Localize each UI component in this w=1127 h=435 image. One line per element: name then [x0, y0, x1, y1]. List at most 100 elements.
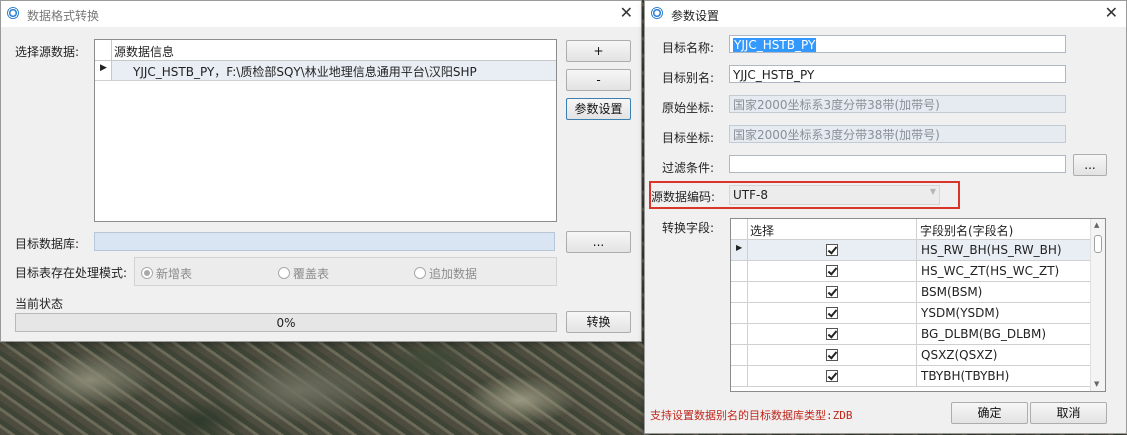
grid-header: 源数据信息 — [95, 40, 556, 61]
checkbox-cell — [748, 324, 917, 344]
select-checkbox[interactable] — [826, 349, 838, 361]
radio-dot — [414, 267, 426, 279]
app-icon — [7, 7, 19, 19]
table-row[interactable]: TBYBH(TBYBH) — [731, 366, 1091, 387]
checkbox-cell — [748, 240, 917, 260]
radio-append-data[interactable]: 追加数据 — [414, 265, 477, 282]
close-icon[interactable]: ✕ — [620, 4, 633, 22]
radio-overwrite-label: 覆盖表 — [293, 267, 330, 281]
header-alias[interactable]: 字段别名(字段名) — [920, 222, 1013, 239]
field-alias-cell: BG_DLBM(BG_DLBM) — [921, 327, 1047, 341]
checkbox-cell — [748, 366, 917, 386]
add-source-button[interactable]: + — [566, 40, 631, 62]
filter-label: 过滤条件: — [662, 161, 715, 175]
grid-corner — [731, 219, 748, 239]
cancel-button[interactable]: 取消 — [1030, 402, 1107, 424]
close-icon[interactable]: ✕ — [1105, 4, 1118, 22]
select-checkbox[interactable] — [826, 265, 838, 277]
select-checkbox[interactable] — [826, 370, 838, 382]
select-source-label: 选择源数据: — [15, 45, 80, 59]
source-data-grid[interactable]: 源数据信息 ▶ YJJC_HSTB_PY，F:\质检部SQY\林业地理信息通用平… — [94, 39, 557, 222]
data-format-conversion-dialog: 数据格式转换 ✕ 选择源数据: 源数据信息 ▶ YJJC_HSTB_PY，F:\… — [0, 0, 642, 342]
table-row[interactable]: BSM(BSM) — [731, 282, 1091, 303]
row-selector[interactable] — [731, 303, 748, 323]
parameter-settings-dialog: 参数设置 ✕ 目标名称: YJJC_HSTB_PY 目标别名: YJJC_HST… — [644, 0, 1127, 434]
fields-label: 转换字段: — [662, 221, 715, 235]
mode-radio-group: 新增表 覆盖表 追加数据 — [134, 257, 557, 286]
app-icon — [651, 7, 663, 19]
param-settings-button[interactable]: 参数设置 — [566, 98, 631, 120]
row-selector[interactable]: ▶ — [95, 61, 112, 80]
radio-new-table-label: 新增表 — [156, 267, 193, 281]
chevron-down-icon: ▼ — [929, 187, 936, 196]
title-bar: 数据格式转换 ✕ — [1, 1, 641, 27]
current-row-icon: ▶ — [736, 243, 743, 252]
source-coord-field: 国家2000坐标系3度分带38带(加带号) — [729, 95, 1066, 113]
progress-bar: 0% — [15, 313, 557, 332]
radio-dot — [278, 267, 290, 279]
target-db-field[interactable] — [94, 232, 555, 251]
source-row-text: YJJC_HSTB_PY，F:\质检部SQY\林业地理信息通用平台\汉阳SHP — [133, 65, 477, 79]
scroll-thumb[interactable] — [1094, 235, 1102, 253]
header-divider — [916, 219, 917, 239]
encoding-label: 源数据编码: — [651, 190, 716, 204]
target-db-browse-button[interactable]: ... — [566, 231, 631, 253]
dialog-title: 参数设置 — [671, 9, 720, 23]
target-coord-label: 目标坐标: — [662, 131, 715, 145]
fields-grid[interactable]: 选择 字段别名(字段名) ▶ HS_RW_BH(HS_RW_BH) HS_WC_ZT… — [730, 218, 1106, 392]
target-coord-field: 国家2000坐标系3度分带38带(加带号) — [729, 125, 1066, 143]
select-checkbox[interactable] — [826, 307, 838, 319]
ok-button[interactable]: 确定 — [951, 402, 1028, 424]
row-selector[interactable]: ▶ — [731, 240, 748, 260]
encoding-value: UTF-8 — [733, 188, 768, 202]
field-alias-cell: BSM(BSM) — [921, 285, 983, 299]
target-db-label: 目标数据库: — [15, 237, 80, 251]
grid-header-source-info[interactable]: 源数据信息 — [114, 43, 174, 60]
row-selector[interactable] — [731, 366, 748, 386]
grid-corner — [95, 40, 112, 60]
select-checkbox[interactable] — [826, 328, 838, 340]
remove-source-button[interactable]: - — [566, 69, 631, 91]
filter-input[interactable] — [729, 155, 1066, 173]
checkbox-cell — [748, 303, 917, 323]
checkbox-cell — [748, 345, 917, 365]
current-row-icon: ▶ — [100, 63, 107, 73]
row-selector[interactable] — [731, 282, 748, 302]
vertical-scrollbar[interactable]: ▲ ▼ — [1090, 219, 1105, 391]
header-select[interactable]: 选择 — [750, 222, 774, 239]
target-name-value: YJJC_HSTB_PY — [733, 38, 817, 52]
source-coord-label: 原始坐标: — [662, 101, 715, 115]
table-row[interactable]: YSDM(YSDM) — [731, 303, 1091, 324]
radio-new-table[interactable]: 新增表 — [141, 265, 192, 282]
field-alias-cell: YSDM(YSDM) — [921, 306, 1000, 320]
field-alias-cell: HS_WC_ZT(HS_WC_ZT) — [921, 264, 1060, 278]
target-alias-input[interactable]: YJJC_HSTB_PY — [729, 65, 1066, 83]
row-selector[interactable] — [731, 261, 748, 281]
fields-grid-header: 选择 字段别名(字段名) — [731, 219, 1091, 240]
target-name-input[interactable]: YJJC_HSTB_PY — [729, 35, 1066, 53]
table-row[interactable]: QSXZ(QSXZ) — [731, 345, 1091, 366]
row-selector[interactable] — [731, 324, 748, 344]
checkbox-cell — [748, 261, 917, 281]
filter-browse-button[interactable]: ... — [1073, 154, 1107, 176]
select-checkbox[interactable] — [826, 286, 838, 298]
scroll-down-icon[interactable]: ▼ — [1094, 380, 1099, 388]
table-row[interactable]: ▶ YJJC_HSTB_PY，F:\质检部SQY\林业地理信息通用平台\汉阳SH… — [95, 61, 556, 81]
field-alias-cell: QSXZ(QSXZ) — [921, 348, 998, 362]
table-row[interactable]: HS_WC_ZT(HS_WC_ZT) — [731, 261, 1091, 282]
table-row[interactable]: BG_DLBM(BG_DLBM) — [731, 324, 1091, 345]
table-row[interactable]: ▶ HS_RW_BH(HS_RW_BH) — [731, 240, 1091, 261]
status-label: 当前状态 — [15, 297, 64, 311]
convert-button[interactable]: 转换 — [566, 311, 631, 333]
row-selector[interactable] — [731, 345, 748, 365]
radio-append-label: 追加数据 — [429, 267, 478, 281]
encoding-select[interactable]: UTF-8 ▼ — [729, 185, 940, 205]
scroll-up-icon[interactable]: ▲ — [1094, 221, 1099, 229]
select-checkbox[interactable] — [826, 244, 838, 256]
target-alias-label: 目标别名: — [662, 71, 715, 85]
field-alias-cell: HS_RW_BH(HS_RW_BH) — [921, 243, 1062, 257]
dialog-title: 数据格式转换 — [27, 9, 100, 23]
radio-overwrite-table[interactable]: 覆盖表 — [278, 265, 329, 282]
mode-label: 目标表存在处理模式: — [15, 266, 128, 280]
checkbox-cell — [748, 282, 917, 302]
